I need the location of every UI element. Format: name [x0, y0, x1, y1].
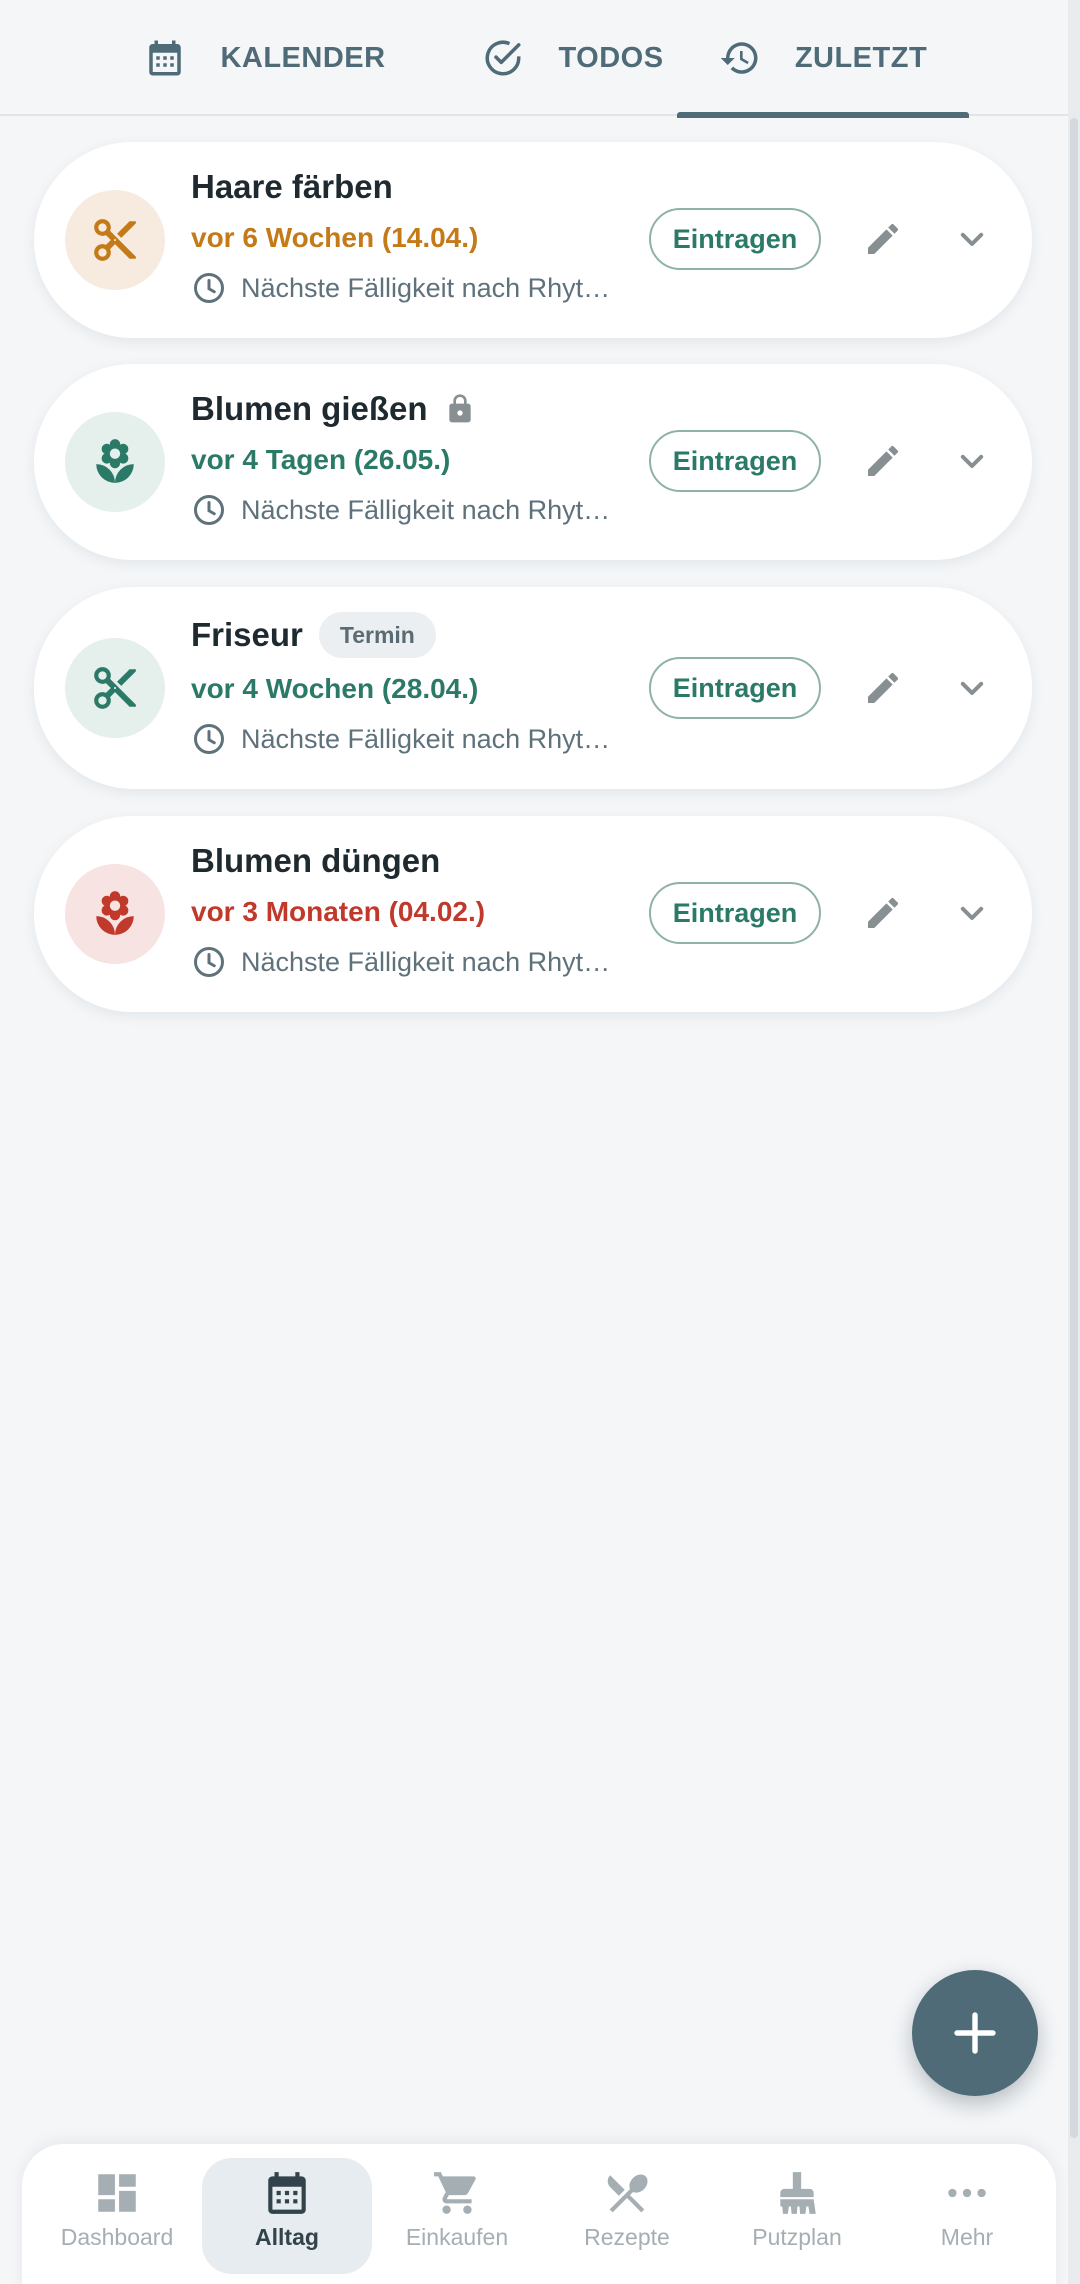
- entry-avatar: [65, 412, 165, 512]
- top-tab-bar: KALENDER TODOS ZULETZT: [0, 0, 1068, 118]
- pencil-icon: [868, 672, 899, 703]
- entry-title-row: Friseur Termin: [191, 612, 436, 658]
- clock-icon: [191, 944, 227, 980]
- lock-icon: [444, 393, 476, 425]
- nav-einkaufen[interactable]: Einkaufen: [372, 2158, 542, 2274]
- tab-zuletzt[interactable]: ZULETZT: [677, 0, 969, 118]
- entry-avatar: [65, 864, 165, 964]
- next-due-text: Nächste Fälligkeit nach Rhythmus: [241, 723, 613, 754]
- entry-card[interactable]: Friseur Termin vor 4 Wochen (28.04.) Näc…: [34, 587, 1032, 789]
- tab-label: KALENDER: [220, 41, 386, 74]
- entry-title: Haare färben: [191, 168, 393, 205]
- entry-title-row: Blumen gießen: [191, 390, 476, 428]
- nav-mehr[interactable]: Mehr: [882, 2158, 1052, 2274]
- tab-kalender[interactable]: KALENDER: [130, 0, 400, 116]
- entry-next-due: Nächste Fälligkeit nach Rhythmus: [191, 721, 613, 757]
- nav-label: Rezepte: [584, 2224, 670, 2250]
- entry-next-due: Nächste Fälligkeit nach Rhythmus: [191, 944, 613, 980]
- chevron-down-icon: [960, 454, 984, 468]
- chevron-down-icon: [960, 906, 984, 920]
- tab-label: TODOS: [558, 41, 664, 74]
- next-due-text: Nächste Fälligkeit nach Rhythmus: [241, 494, 613, 525]
- pencil-icon: [868, 445, 899, 476]
- nav-rezepte[interactable]: Rezepte: [542, 2158, 712, 2274]
- history-icon: [719, 37, 761, 79]
- clock-icon: [191, 492, 227, 528]
- dashboard-icon: [92, 2168, 142, 2218]
- entry-avatar: [65, 638, 165, 738]
- nav-label: Putzplan: [752, 2224, 842, 2250]
- pencil-icon: [868, 223, 899, 254]
- expand-button[interactable]: [949, 665, 995, 711]
- nav-dashboard[interactable]: Dashboard: [32, 2158, 202, 2274]
- broom-icon: [772, 2168, 822, 2218]
- entry-card[interactable]: Haare färben vor 6 Wochen (14.04.) Nächs…: [34, 142, 1032, 338]
- tab-todos[interactable]: TODOS: [448, 0, 698, 116]
- flower-icon: [96, 439, 134, 483]
- entry-next-due: Nächste Fälligkeit nach Rhythmus: [191, 492, 613, 528]
- scrollbar[interactable]: [1068, 0, 1080, 2284]
- edit-button[interactable]: [860, 438, 906, 484]
- entry-title-row: Haare färben: [191, 168, 393, 206]
- edit-button[interactable]: [860, 216, 906, 262]
- nav-putzplan[interactable]: Putzplan: [712, 2158, 882, 2274]
- pencil-icon: [868, 897, 899, 928]
- eintragen-button[interactable]: Eintragen: [649, 430, 821, 492]
- check-circle-icon: [482, 37, 524, 79]
- entry-last-done: vor 3 Monaten (04.02.): [191, 896, 486, 927]
- entry-last-done: vor 4 Tagen (26.05.): [191, 444, 451, 475]
- entry-title: Blumen gießen: [191, 390, 428, 427]
- plus-icon: [954, 2012, 996, 2054]
- eintragen-button[interactable]: Eintragen: [649, 657, 821, 719]
- cart-icon: [432, 2168, 482, 2218]
- eintragen-button[interactable]: Eintragen: [649, 208, 821, 270]
- eintragen-button[interactable]: Eintragen: [649, 882, 821, 944]
- entry-last-done: vor 6 Wochen (14.04.): [191, 222, 479, 253]
- entry-title: Friseur: [191, 616, 303, 653]
- expand-button[interactable]: [949, 216, 995, 262]
- calendar-icon: [144, 37, 186, 79]
- nav-label: Dashboard: [60, 2224, 174, 2250]
- next-due-text: Nächste Fälligkeit nach Rhythmus: [241, 272, 613, 303]
- more-icon: [942, 2168, 992, 2218]
- entry-title: Blumen düngen: [191, 842, 441, 879]
- edit-button[interactable]: [860, 665, 906, 711]
- nav-label: Alltag: [255, 2224, 319, 2250]
- calendar-icon: [262, 2168, 312, 2218]
- entry-next-due: Nächste Fälligkeit nach Rhythmus: [191, 270, 613, 306]
- bottom-navigation: Dashboard Alltag Einkaufen Rezepte Putzp…: [22, 2144, 1056, 2284]
- chevron-down-icon: [960, 232, 984, 246]
- entry-card[interactable]: Blumen gießen vor 4 Tagen (26.05.) Nächs…: [34, 364, 1032, 560]
- termin-badge: Termin: [318, 612, 436, 658]
- entry-avatar: [65, 190, 165, 290]
- scissors-icon: [94, 667, 136, 709]
- scissors-icon: [94, 219, 136, 261]
- clock-icon: [191, 721, 227, 757]
- tab-label: ZULETZT: [794, 41, 928, 74]
- edit-button[interactable]: [860, 890, 906, 936]
- entry-last-done: vor 4 Wochen (28.04.): [191, 673, 479, 704]
- expand-button[interactable]: [949, 890, 995, 936]
- entry-title-row: Blumen düngen: [191, 842, 440, 880]
- clock-icon: [191, 270, 227, 306]
- expand-button[interactable]: [949, 438, 995, 484]
- utensils-icon: [602, 2168, 652, 2218]
- flower-icon: [96, 891, 134, 935]
- nav-alltag[interactable]: Alltag: [202, 2158, 372, 2274]
- next-due-text: Nächste Fälligkeit nach Rhythmus: [241, 946, 613, 977]
- nav-label: Einkaufen: [405, 2224, 509, 2250]
- nav-label: Mehr: [940, 2224, 994, 2250]
- add-entry-fab[interactable]: [912, 1970, 1038, 2096]
- entry-card[interactable]: Blumen düngen vor 3 Monaten (04.02.) Näc…: [34, 816, 1032, 1012]
- scrollbar-thumb[interactable]: [1070, 118, 1078, 2138]
- chevron-down-icon: [960, 681, 984, 695]
